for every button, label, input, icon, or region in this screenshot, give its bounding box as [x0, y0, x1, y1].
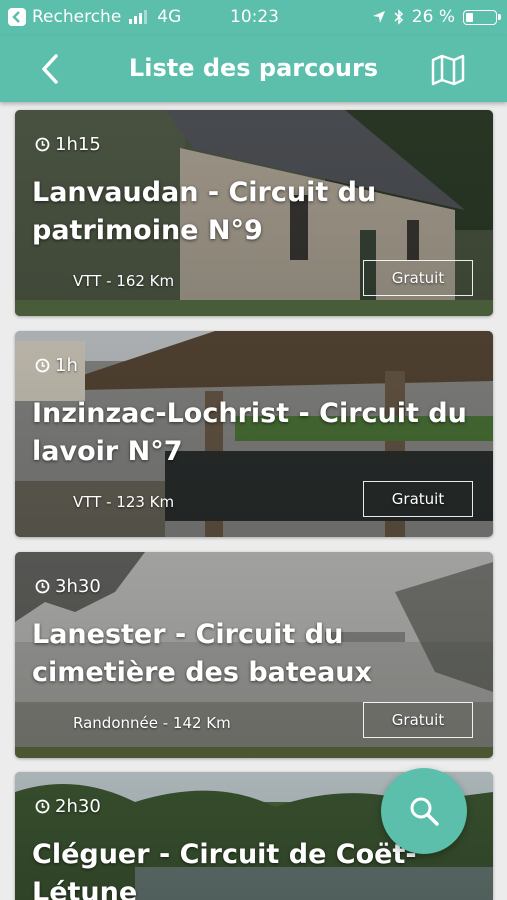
search-button[interactable] — [381, 768, 467, 854]
network-label: 4G — [157, 7, 182, 27]
battery-percent: 26 % — [411, 7, 455, 27]
battery-icon — [463, 9, 501, 25]
duration-label: 1h15 — [55, 134, 101, 155]
duration-label: 2h30 — [55, 796, 101, 817]
navigation-bar: Liste des parcours — [0, 36, 507, 102]
bluetooth-icon — [394, 9, 403, 25]
price-badge: Gratuit — [363, 481, 473, 517]
price-badge: Gratuit — [363, 702, 473, 738]
route-title: Lanvaudan - Circuit du patrimoine N°9 — [32, 177, 377, 246]
route-card[interactable]: 1h15 Lanvaudan - Circuit du patrimoine N… — [15, 110, 493, 316]
clock-icon — [35, 358, 50, 373]
price-badge: Gratuit — [363, 260, 473, 296]
route-duration: 3h30 — [35, 576, 101, 597]
clock-icon — [35, 137, 50, 152]
clock: 10:23 — [230, 7, 279, 27]
route-duration: 1h — [35, 355, 78, 376]
location-arrow-icon — [372, 11, 385, 23]
back-to-app-icon[interactable] — [8, 8, 26, 26]
status-right: 26 % — [372, 7, 501, 27]
route-title: Inzinzac-Lochrist - Circuit du lavoir N°… — [32, 398, 467, 467]
clock-icon — [35, 579, 50, 594]
status-left: Recherche 4G — [8, 7, 181, 27]
route-duration: 1h15 — [35, 134, 101, 155]
clock-icon — [35, 799, 50, 814]
route-title: Lanester - Circuit du cimetière des bate… — [32, 619, 372, 688]
duration-label: 3h30 — [55, 576, 101, 597]
route-type-distance: Randonnée - 142 Km — [73, 714, 231, 732]
search-icon — [410, 797, 439, 826]
route-type-distance: VTT - 162 Km — [73, 272, 175, 290]
signal-icon — [129, 10, 148, 24]
status-bar: Recherche 4G 10:23 26 % — [0, 0, 507, 36]
route-duration: 2h30 — [35, 796, 101, 817]
route-type-distance: VTT - 123 Km — [73, 493, 175, 511]
map-button[interactable] — [430, 52, 466, 86]
duration-label: 1h — [55, 355, 78, 376]
carrier-label[interactable]: Recherche — [32, 7, 121, 27]
route-card[interactable]: 1h Inzinzac-Lochrist - Circuit du lavoir… — [15, 331, 493, 537]
route-card[interactable]: 3h30 Lanester - Circuit du cimetière des… — [15, 552, 493, 758]
map-icon — [431, 54, 465, 86]
